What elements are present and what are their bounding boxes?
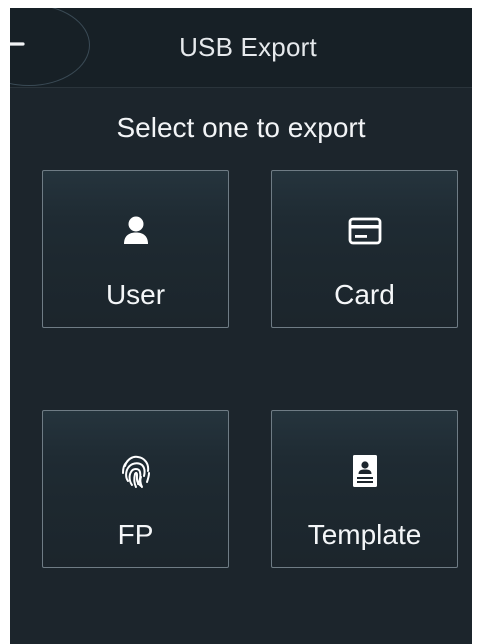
template-export-button[interactable]: Template bbox=[271, 410, 458, 568]
usb-export-screen: USB Export Select one to export User Car… bbox=[10, 8, 472, 644]
template-icon bbox=[352, 455, 377, 487]
template-label: Template bbox=[307, 519, 422, 550]
user-export-button[interactable]: User bbox=[42, 170, 229, 328]
user-label: User bbox=[105, 279, 166, 310]
export-prompt: Select one to export bbox=[116, 112, 366, 143]
card-icon bbox=[348, 217, 381, 245]
page-title: USB Export bbox=[179, 32, 317, 62]
fingerprint-icon bbox=[121, 455, 150, 488]
user-icon bbox=[123, 216, 148, 244]
fp-label: FP bbox=[117, 519, 154, 550]
card-label: Card bbox=[334, 279, 395, 310]
card-export-button[interactable]: Card bbox=[271, 170, 458, 328]
fp-export-button[interactable]: FP bbox=[42, 410, 229, 568]
header-bar: USB Export bbox=[10, 8, 472, 88]
